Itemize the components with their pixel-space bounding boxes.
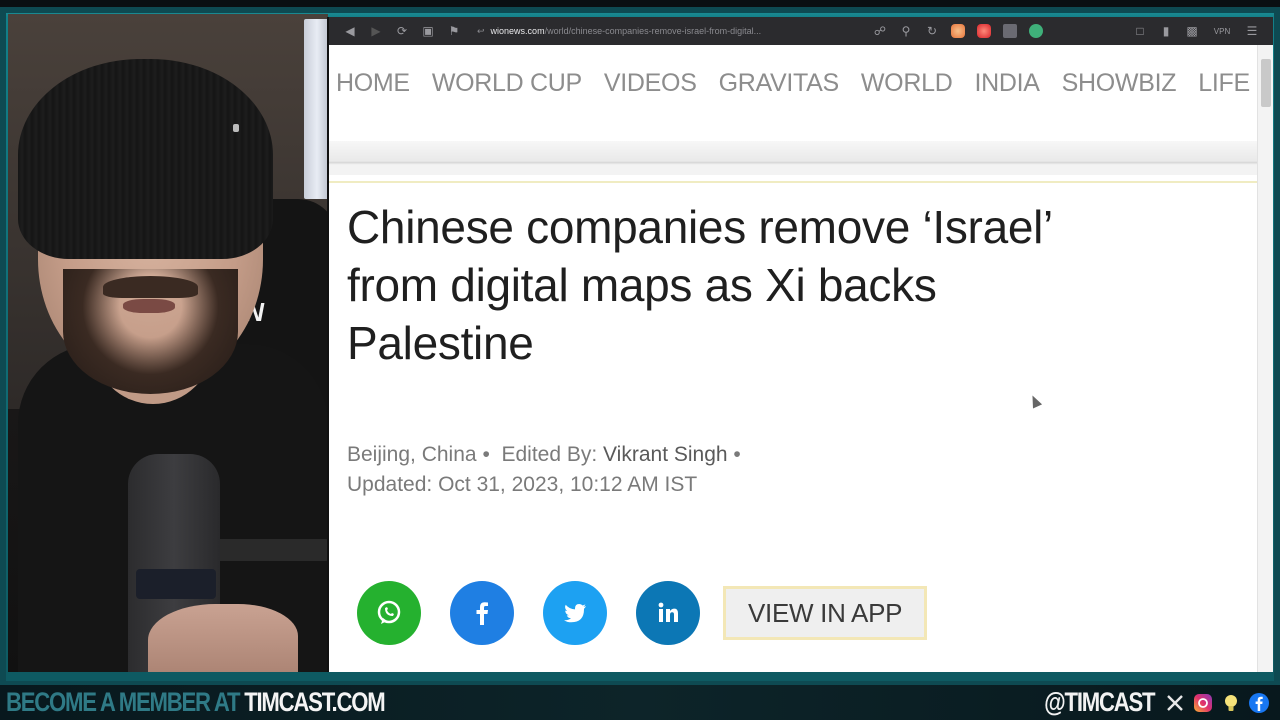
membership-promo: BECOME A MEMBER AT TIMCAST.COM (6, 687, 386, 718)
edited-by-label: Edited By: (501, 443, 598, 466)
extension-puzzle-icon[interactable] (1003, 24, 1017, 38)
social-handles: @TIMCAST (1020, 685, 1270, 720)
article-author[interactable]: Vikrant Singh (603, 443, 728, 466)
nav-gravitas[interactable]: GRAVITAS (719, 69, 840, 98)
meta-separator: • (733, 443, 741, 466)
article-headline: Chinese companies remove ‘Israel’ from d… (347, 201, 1052, 369)
article-meta: Beijing, China • Edited By: Vikrant Sing… (347, 440, 741, 500)
view-in-app-button[interactable]: VIEW IN APP (723, 586, 928, 640)
web-page: HOME WORLD CUP VIDEOS GRAVITAS WORLD IND… (329, 45, 1259, 672)
article-location: Beijing, China (347, 443, 477, 466)
whatsapp-icon (377, 600, 401, 624)
vpn-icon[interactable]: VPN (1205, 27, 1239, 36)
nav-life[interactable]: LIFE (1198, 69, 1250, 98)
address-bar[interactable]: ↩ wionews.com /world/chinese-companies-r… (477, 21, 867, 41)
host-hand (148, 604, 298, 672)
facebook-share-button[interactable] (450, 581, 514, 645)
mic-arm (208, 539, 328, 561)
forward-icon[interactable]: ▶ (363, 24, 389, 38)
host-mouth (123, 299, 175, 313)
url-path: /world/chinese-companies-remove-israel-f… (544, 26, 762, 36)
brave-shield-icon[interactable] (951, 24, 965, 38)
bottom-banner: BECOME A MEMBER AT TIMCAST.COM @TIMCAST (0, 685, 1280, 720)
meta-separator: • (482, 443, 490, 466)
article-updated: Updated: Oct 31, 2023, 10:12 AM IST (347, 473, 698, 496)
extension-green-icon[interactable] (1029, 24, 1043, 38)
site-info-icon[interactable]: ↩ (477, 26, 485, 37)
twitter-share-button[interactable] (543, 581, 607, 645)
webcam-feed: /N (8, 14, 328, 672)
screenshot-icon[interactable]: ▩ (1179, 24, 1205, 38)
nav-world[interactable]: WORLD (861, 69, 953, 98)
share-bar: VIEW IN APP (357, 581, 928, 645)
scrollbar-thumb[interactable] (1261, 59, 1271, 107)
microphone-band (136, 569, 216, 599)
beanie-tag (233, 124, 239, 132)
search-icon[interactable]: ⚲ (893, 24, 919, 38)
linkedin-icon (658, 602, 678, 622)
social-handle: @TIMCAST (1043, 687, 1155, 717)
linkedin-share-button[interactable] (636, 581, 700, 645)
nav-home[interactable]: HOME (336, 69, 410, 98)
brave-rewards-icon[interactable] (977, 24, 991, 38)
mouse-cursor (1027, 393, 1043, 409)
translate-icon[interactable]: ↻ (919, 24, 945, 38)
nav-india[interactable]: INDIA (974, 69, 1039, 98)
menu-icon[interactable]: ☰ (1239, 24, 1265, 38)
nav-world-cup[interactable]: WORLD CUP (432, 69, 582, 98)
nav-scroll-strip[interactable] (329, 141, 1259, 175)
divider (329, 181, 1259, 183)
reload-icon[interactable]: ⟳ (389, 24, 415, 38)
page-scrollbar[interactable] (1257, 45, 1273, 672)
curtain (304, 19, 328, 199)
browser-window: ◀ ▶ ⟳ ▣ ⚑ ↩ wionews.com /world/chinese-c… (327, 17, 1273, 672)
promo-site: TIMCAST.COM (244, 687, 385, 717)
share-page-icon[interactable]: ☍ (867, 24, 893, 38)
whatsapp-share-button[interactable] (357, 581, 421, 645)
host-beanie (18, 59, 273, 259)
instagram-icon (1192, 692, 1214, 714)
nav-videos[interactable]: VIDEOS (604, 69, 697, 98)
x-icon (1164, 692, 1186, 714)
bookmark-icon[interactable]: ⚑ (441, 24, 467, 38)
host-mustache (103, 276, 198, 298)
site-nav: HOME WORLD CUP VIDEOS GRAVITAS WORLD IND… (336, 69, 1259, 98)
facebook-icon (1248, 692, 1270, 714)
twitter-icon (564, 604, 586, 623)
wallet-icon[interactable]: ▮ (1153, 24, 1179, 38)
back-icon[interactable]: ◀ (337, 24, 363, 38)
url-domain: wionews.com (490, 26, 545, 36)
promo-text: BECOME A MEMBER AT (6, 687, 245, 717)
nav-showbiz[interactable]: SHOWBIZ (1062, 69, 1177, 98)
wallet-icon[interactable]: ▣ (415, 24, 441, 38)
browser-toolbar: ◀ ▶ ⟳ ▣ ⚑ ↩ wionews.com /world/chinese-c… (329, 17, 1273, 45)
facebook-icon (476, 602, 488, 625)
lightbulb-icon (1220, 692, 1242, 714)
sidebar-icon[interactable]: □ (1127, 24, 1153, 38)
